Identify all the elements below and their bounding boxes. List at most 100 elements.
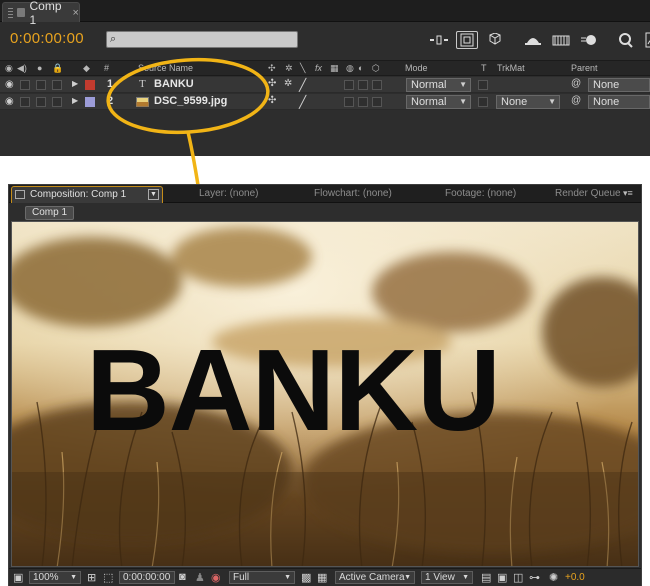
composition-viewer[interactable]: BANKU: [11, 221, 639, 567]
brainstorm-icon[interactable]: [614, 31, 636, 49]
column-hash: #: [104, 63, 110, 73]
exposure-icon[interactable]: ✺: [549, 571, 558, 584]
pick-whip-icon[interactable]: @: [571, 95, 581, 106]
composition-navigator: Comp 1: [9, 203, 641, 221]
expand-triangle-icon[interactable]: ▶: [72, 96, 78, 105]
column-source-name[interactable]: Source Name: [138, 63, 193, 73]
snapshot-camera-icon[interactable]: ◙: [179, 571, 186, 583]
dropdown-arrow-icon: ▼: [462, 574, 469, 581]
comp-navigator-chip[interactable]: Comp 1: [25, 206, 75, 220]
layer-search-input[interactable]: ⌕: [106, 31, 298, 48]
pick-whip-icon[interactable]: @: [571, 78, 581, 89]
current-time-display[interactable]: 0:00:00:00: [10, 30, 84, 47]
parent-dropdown[interactable]: None: [588, 78, 650, 92]
visibility-eye-icon[interactable]: ◉: [5, 96, 14, 107]
solo-toggle[interactable]: [36, 97, 46, 107]
text-layer-icon: T: [139, 78, 146, 90]
adjustment-switch[interactable]: [358, 97, 368, 107]
3d-layer-switch[interactable]: [372, 97, 382, 107]
graph-editor-icon[interactable]: [642, 31, 650, 49]
tab-composition[interactable]: Composition: Comp 1 ▼: [11, 186, 163, 203]
tab-footage[interactable]: Footage: (none): [445, 188, 516, 199]
show-snapshot-icon[interactable]: ♟: [195, 571, 205, 584]
label-color-chip[interactable]: [85, 80, 95, 90]
magnification-dropdown[interactable]: 100% ▼: [29, 571, 81, 584]
lock-toggle[interactable]: [52, 80, 62, 90]
label-color-chip[interactable]: [85, 97, 95, 107]
tab-layer[interactable]: Layer: (none): [199, 188, 258, 199]
frame-blend-header-icon: ▦: [330, 63, 339, 73]
chevron-down-icon[interactable]: ▼: [148, 189, 159, 200]
shy-switch-icon[interactable]: ✣: [268, 95, 276, 106]
blend-mode-value: Normal: [411, 79, 447, 91]
motion-blur-icon[interactable]: [578, 31, 600, 49]
column-mode: Mode: [405, 63, 428, 73]
3d-layer-switch[interactable]: [372, 80, 382, 90]
preserve-transparency-toggle[interactable]: [478, 97, 488, 107]
camera-view-value: Active Camera: [339, 572, 405, 583]
parent-dropdown[interactable]: None: [588, 95, 650, 109]
timeline-tab-bar: Comp 1 ×: [0, 0, 650, 27]
grip-icon[interactable]: [8, 7, 13, 18]
motion-blur-switch[interactable]: [344, 80, 354, 90]
preserve-transparency-toggle[interactable]: [478, 80, 488, 90]
timeline-panel-icon[interactable]: ◫: [513, 571, 523, 584]
layer-name[interactable]: BANKU: [154, 78, 194, 90]
draft-3d-icon[interactable]: [484, 31, 506, 49]
motion-blur-switch[interactable]: [344, 97, 354, 107]
lock-icon[interactable]: [15, 190, 25, 199]
exposure-value[interactable]: +0.0: [565, 572, 585, 583]
dropdown-arrow-icon: ▼: [70, 574, 77, 581]
audio-toggle[interactable]: [20, 80, 30, 90]
channels-rgb-icon[interactable]: ◉: [211, 571, 221, 584]
always-preview-icon[interactable]: ▣: [13, 571, 23, 584]
layer-name[interactable]: DSC_9599.jpg: [154, 95, 227, 107]
quality-switch-icon[interactable]: ╱: [299, 78, 306, 92]
region-of-interest-icon[interactable]: ⬚: [103, 571, 113, 584]
quality-switch-icon[interactable]: ╱: [299, 95, 306, 109]
dropdown-arrow-icon: ▼: [404, 574, 411, 581]
solo-toggle[interactable]: [36, 80, 46, 90]
view-layout-dropdown[interactable]: 1 View ▼: [421, 571, 473, 584]
label-header-icon: ◆: [83, 63, 90, 73]
track-matte-value: None: [501, 96, 528, 108]
canvas-text-banku[interactable]: BANKU: [86, 332, 501, 448]
composition-mini-flowchart-icon[interactable]: [456, 31, 478, 49]
track-matte-dropdown[interactable]: None ▼: [496, 95, 560, 109]
dropdown-arrow-icon: ▼: [459, 80, 467, 89]
close-icon[interactable]: ×: [73, 7, 79, 19]
camera-view-dropdown[interactable]: Active Camera ▼: [335, 571, 415, 584]
safe-margins-icon[interactable]: ⊞: [87, 571, 96, 584]
blend-mode-dropdown[interactable]: Normal ▼: [406, 78, 471, 92]
fast-previews-icon[interactable]: ▩: [301, 571, 311, 584]
adjustment-switch[interactable]: [358, 80, 368, 90]
lock-toggle[interactable]: [52, 97, 62, 107]
blend-mode-dropdown[interactable]: Normal ▼: [406, 95, 471, 109]
fast-preview-icon[interactable]: ▣: [497, 571, 507, 584]
expand-triangle-icon[interactable]: ▶: [72, 79, 78, 88]
layer-row[interactable]: ◉ ▶ 2 DSC_9599.jpg ✣ ╱ Normal ▼ None ▼ @ N…: [0, 94, 650, 110]
tab-render-queue[interactable]: Render Queue: [555, 188, 621, 199]
layer-row[interactable]: ◉ ▶ 1 T BANKU ✣ ✲ ╱ Normal ▼ @ None: [0, 77, 650, 93]
audio-toggle[interactable]: [20, 97, 30, 107]
visibility-eye-icon[interactable]: ◉: [5, 79, 14, 90]
tab-flowchart[interactable]: Flowchart: (none): [314, 188, 392, 199]
current-time-field[interactable]: 0:00:00:00: [119, 571, 175, 584]
shy-switch-icon[interactable]: ✣: [268, 78, 276, 89]
timeline-toolbar: [428, 30, 650, 50]
collapse-switch-icon[interactable]: ✲: [284, 78, 292, 89]
dropdown-arrow-icon: ▼: [459, 97, 467, 106]
tab-comp-1[interactable]: Comp 1 ×: [2, 0, 80, 27]
frame-blending-icon[interactable]: [550, 31, 572, 49]
motion-blur-header-icon: ◍: [346, 63, 354, 73]
toggle-pixel-aspect-icon[interactable]: ▤: [481, 571, 491, 584]
composition-tab-bar: Composition: Comp 1 ▼ Layer: (none) Flow…: [9, 185, 641, 203]
transparency-grid-icon[interactable]: ▦: [317, 571, 327, 584]
panel-menu-icon[interactable]: ▾≡: [623, 188, 633, 199]
layer-index: 1: [107, 78, 114, 90]
resolution-dropdown[interactable]: Full ▼: [229, 571, 295, 584]
column-trkmat: TrkMat: [497, 63, 525, 73]
hide-shy-icon[interactable]: [522, 31, 544, 49]
ripple-icon[interactable]: [428, 31, 450, 49]
flowchart-icon[interactable]: ⊶: [529, 571, 540, 584]
